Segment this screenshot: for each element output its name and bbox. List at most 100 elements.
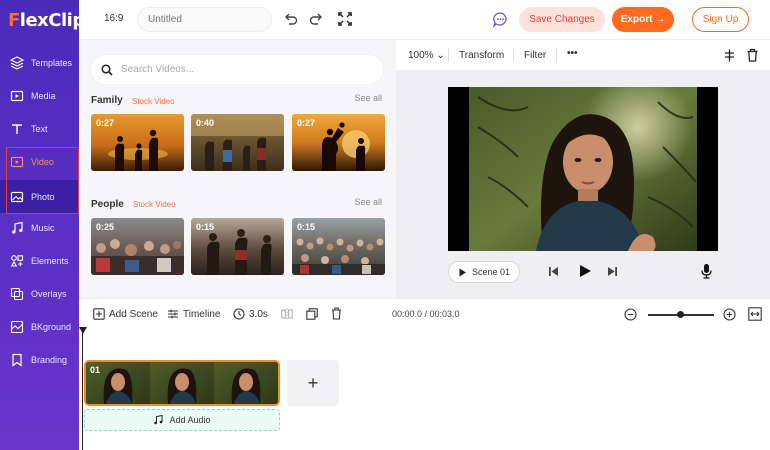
timecode: 00:00.0 / 00:03.0 <box>392 309 460 319</box>
zoom-out-icon[interactable] <box>624 308 637 321</box>
sidebar-item-photo[interactable]: Photo <box>0 180 79 213</box>
transform-button[interactable]: Transform <box>459 50 504 61</box>
divider <box>513 48 514 62</box>
play-scene-button[interactable]: Scene 01 <box>448 261 520 283</box>
video-icon <box>10 156 24 168</box>
add-scene-label: Add Scene <box>109 308 158 320</box>
sidebar-item-label: Music <box>31 223 55 233</box>
clip-number: 01 <box>90 365 101 375</box>
section-title-people: People <box>91 199 124 210</box>
split-icon[interactable] <box>281 308 293 320</box>
save-changes-button[interactable]: Save Changes <box>519 7 605 32</box>
add-scene-button[interactable]: Add Scene <box>93 308 158 320</box>
video-thumbnail[interactable]: 0:27 <box>292 114 385 171</box>
timeline-button[interactable]: Timeline <box>167 308 220 320</box>
video-thumbnail[interactable]: 0:40 <box>191 114 284 171</box>
play-icon <box>459 268 466 276</box>
branding-icon <box>12 353 22 367</box>
zoom-slider-handle[interactable] <box>677 311 684 318</box>
scene-clip[interactable]: 01 <box>84 360 280 406</box>
next-scene-icon[interactable] <box>607 266 618 277</box>
sidebar-item-label: Text <box>31 124 48 134</box>
search-input[interactable]: Search Videos... <box>121 64 194 75</box>
elements-icon <box>10 255 24 267</box>
timeline-label: Timeline <box>183 308 221 320</box>
search-bar[interactable]: Search Videos... <box>91 55 383 84</box>
sidebar-item-label: Branding <box>31 355 68 365</box>
text-icon <box>12 124 22 134</box>
video-thumbnail[interactable]: 0:27 <box>91 114 184 171</box>
play-icon[interactable] <box>578 264 592 278</box>
trash-icon[interactable] <box>746 48 759 62</box>
top-bar: 16:9 Save Changes Export → Sign Up <box>79 0 770 40</box>
section-title-family: Family <box>91 95 123 106</box>
add-audio-track[interactable]: Add Audio <box>84 409 280 431</box>
sidebar-item-label: Video <box>31 157 54 167</box>
fit-timeline-icon[interactable] <box>748 307 762 321</box>
sidebar-item-branding[interactable]: Branding <box>0 345 79 375</box>
flexclip-logo[interactable]: FlexClip <box>8 10 85 31</box>
duration-label: 0:15 <box>297 222 316 232</box>
sidebar-item-music[interactable]: Music <box>0 213 79 243</box>
microphone-icon[interactable] <box>700 263 713 279</box>
music-note-icon <box>154 415 163 425</box>
add-scene-tile[interactable]: + <box>287 360 339 406</box>
sidebar-item-text[interactable]: Text <box>0 114 79 144</box>
fullscreen-icon[interactable] <box>337 11 353 27</box>
chevron-down-icon: ⌄ <box>436 50 445 61</box>
duration-label: 0:25 <box>96 222 115 232</box>
sidebar-item-overlays[interactable]: Overlays <box>0 279 79 309</box>
undo-icon[interactable] <box>283 11 299 27</box>
export-button[interactable]: Export → <box>612 7 674 32</box>
overlays-icon <box>10 287 24 301</box>
sign-up-button[interactable]: Sign Up <box>692 7 749 32</box>
section-tag: Stock Video <box>132 97 175 106</box>
duration-label: 0:27 <box>96 118 115 128</box>
zoom-value: 100% <box>408 50 434 61</box>
add-audio-label: Add Audio <box>169 415 211 425</box>
sidebar-item-media[interactable]: Media <box>0 81 79 111</box>
adjust-layers-icon[interactable] <box>723 49 736 62</box>
sidebar-item-label: BKground <box>31 322 72 332</box>
sidebar-item-label: Photo <box>31 191 55 202</box>
sidebar-item-templates[interactable]: Templates <box>0 48 79 78</box>
scene-label: Scene 01 <box>471 267 511 277</box>
aspect-ratio-selector[interactable]: 16:9 <box>104 13 123 24</box>
sidebar: FlexClip Templates Media Text Video Phot… <box>0 0 85 450</box>
duration-value: 3.0s <box>249 308 268 320</box>
more-options-button[interactable]: ••• <box>567 48 578 59</box>
delete-icon[interactable] <box>331 307 342 320</box>
divider <box>448 48 449 62</box>
playhead-handle[interactable] <box>79 327 87 334</box>
sidebar-item-video[interactable]: Video <box>0 147 79 177</box>
video-thumbnail[interactable]: 0:15 <box>292 218 385 275</box>
video-thumbnail[interactable]: 0:15 <box>191 218 284 275</box>
filter-button[interactable]: Filter <box>524 50 546 61</box>
redo-icon[interactable] <box>308 11 324 27</box>
sidebar-item-label: Templates <box>31 58 73 68</box>
video-preview[interactable] <box>448 87 718 251</box>
duplicate-icon[interactable] <box>306 308 318 320</box>
see-all-link-people[interactable]: See all <box>354 197 382 207</box>
duration-button[interactable]: 3.0s <box>233 308 268 320</box>
duration-label: 0:27 <box>297 118 316 128</box>
timeline-toolbar: Add Scene Timeline 3.0s 00:00.0 / 00:03.… <box>79 298 770 328</box>
see-all-link-family[interactable]: See all <box>354 93 382 103</box>
chat-icon[interactable] <box>492 11 509 28</box>
zoom-selector[interactable]: 100% ⌄ <box>408 50 445 61</box>
timeline-icon <box>168 309 178 319</box>
project-title-input[interactable] <box>137 7 272 32</box>
section-tag: Stock Video <box>133 200 176 209</box>
media-panel: Search Videos... Family Stock Video See … <box>79 40 396 298</box>
music-icon <box>12 221 23 234</box>
preview-toolbar: 100% ⌄ Transform Filter ••• <box>396 40 770 70</box>
divider <box>556 48 557 62</box>
playhead[interactable] <box>82 329 83 450</box>
sidebar-item-elements[interactable]: Elements <box>0 246 79 276</box>
layers-icon <box>10 56 24 70</box>
media-icon <box>10 90 24 102</box>
previous-scene-icon[interactable] <box>548 266 559 277</box>
video-thumbnail[interactable]: 0:25 <box>91 218 184 275</box>
zoom-in-icon[interactable] <box>723 308 736 321</box>
sidebar-item-bkground[interactable]: BKground <box>0 312 79 342</box>
